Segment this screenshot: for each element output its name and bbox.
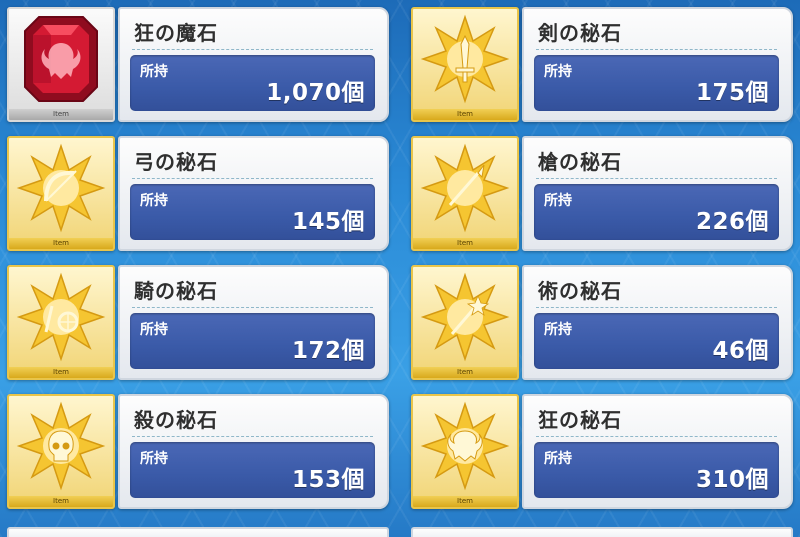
item-tag: Item: [413, 238, 517, 249]
item-icon-frame: Item: [411, 136, 519, 251]
item-card-partial[interactable]: [7, 527, 389, 537]
item-name: 騎の秘石: [134, 279, 218, 303]
divider: [536, 307, 777, 308]
divider: [536, 436, 777, 437]
item-tag: Item: [9, 496, 113, 507]
item-tag: Item: [413, 496, 517, 507]
item-icon-frame: Item: [411, 7, 519, 122]
held-quantity: 145個: [291, 209, 365, 235]
item-tag: Item: [9, 367, 113, 378]
held-count-box: 所持 1,070個: [130, 55, 375, 111]
item-card-partial[interactable]: [411, 527, 793, 537]
held-quantity: 310個: [695, 467, 769, 493]
item-card[interactable]: Item 剣の秘石 所持 175個: [411, 7, 793, 122]
item-icon-frame: Item: [7, 7, 115, 122]
held-quantity: 226個: [695, 209, 769, 235]
held-label: 所持: [544, 451, 572, 467]
held-quantity: 175個: [695, 80, 769, 106]
held-label: 所持: [544, 193, 572, 209]
item-info-panel: 弓の秘石 所持 145個: [118, 136, 389, 251]
held-count-box: 所持 153個: [130, 442, 375, 498]
item-card[interactable]: Item 弓の秘石 所持 145個: [7, 136, 389, 251]
divider: [132, 307, 373, 308]
item-card[interactable]: Item 騎の秘石 所持 172個: [7, 265, 389, 380]
item-card[interactable]: Item 槍の秘石 所持 226個: [411, 136, 793, 251]
beast-star-icon: [413, 396, 517, 496]
divider: [132, 178, 373, 179]
sword-star-icon: [413, 9, 517, 109]
held-label: 所持: [544, 322, 572, 338]
item-info-panel: 騎の秘石 所持 172個: [118, 265, 389, 380]
held-quantity: 1,070個: [266, 80, 365, 106]
item-name: 槍の秘石: [538, 150, 622, 174]
lance-star-icon: [413, 138, 517, 238]
red-gem-icon: [9, 9, 113, 109]
held-label: 所持: [544, 64, 572, 80]
item-tag: Item: [9, 109, 113, 120]
item-name: 術の秘石: [538, 279, 622, 303]
held-count-box: 所持 46個: [534, 313, 779, 369]
item-icon-frame: Item: [411, 394, 519, 509]
item-info-panel: 剣の秘石 所持 175個: [522, 7, 793, 122]
held-label: 所持: [140, 64, 168, 80]
item-icon-frame: Item: [7, 136, 115, 251]
item-card[interactable]: Item 殺の秘石 所持 153個: [7, 394, 389, 509]
held-quantity: 153個: [291, 467, 365, 493]
skull-star-icon: [9, 396, 113, 496]
item-icon-frame: Item: [7, 265, 115, 380]
item-info-panel: 槍の秘石 所持 226個: [522, 136, 793, 251]
item-card[interactable]: Item 狂の魔石 所持 1,070個: [7, 7, 389, 122]
next-row-partial: [7, 527, 793, 537]
held-label: 所持: [140, 193, 168, 209]
item-info-panel: 術の秘石 所持 46個: [522, 265, 793, 380]
held-count-box: 所持 226個: [534, 184, 779, 240]
item-info-panel: 殺の秘石 所持 153個: [118, 394, 389, 509]
divider: [536, 178, 777, 179]
item-name: 弓の秘石: [134, 150, 218, 174]
held-count-box: 所持 310個: [534, 442, 779, 498]
item-icon-frame: Item: [411, 265, 519, 380]
divider: [536, 49, 777, 50]
item-tag: Item: [413, 109, 517, 120]
held-label: 所持: [140, 451, 168, 467]
item-name: 狂の秘石: [538, 408, 622, 432]
item-info-panel: 狂の秘石 所持 310個: [522, 394, 793, 509]
item-name: 殺の秘石: [134, 408, 218, 432]
divider: [132, 436, 373, 437]
item-tag: Item: [9, 238, 113, 249]
held-count-box: 所持 172個: [130, 313, 375, 369]
held-count-box: 所持 145個: [130, 184, 375, 240]
item-name: 狂の魔石: [134, 21, 218, 45]
item-grid: Item 狂の魔石 所持 1,070個 Item 剣の秘石 所持 175個 It…: [7, 7, 793, 509]
item-info-panel: 狂の魔石 所持 1,070個: [118, 7, 389, 122]
held-quantity: 172個: [291, 338, 365, 364]
bow-star-icon: [9, 138, 113, 238]
divider: [132, 49, 373, 50]
item-card[interactable]: Item 術の秘石 所持 46個: [411, 265, 793, 380]
item-card[interactable]: Item 狂の秘石 所持 310個: [411, 394, 793, 509]
held-label: 所持: [140, 322, 168, 338]
item-tag: Item: [413, 367, 517, 378]
item-icon-frame: Item: [7, 394, 115, 509]
staff-star-icon: [413, 267, 517, 367]
held-quantity: 46個: [712, 338, 769, 364]
item-name: 剣の秘石: [538, 21, 622, 45]
rider-star-icon: [9, 267, 113, 367]
held-count-box: 所持 175個: [534, 55, 779, 111]
